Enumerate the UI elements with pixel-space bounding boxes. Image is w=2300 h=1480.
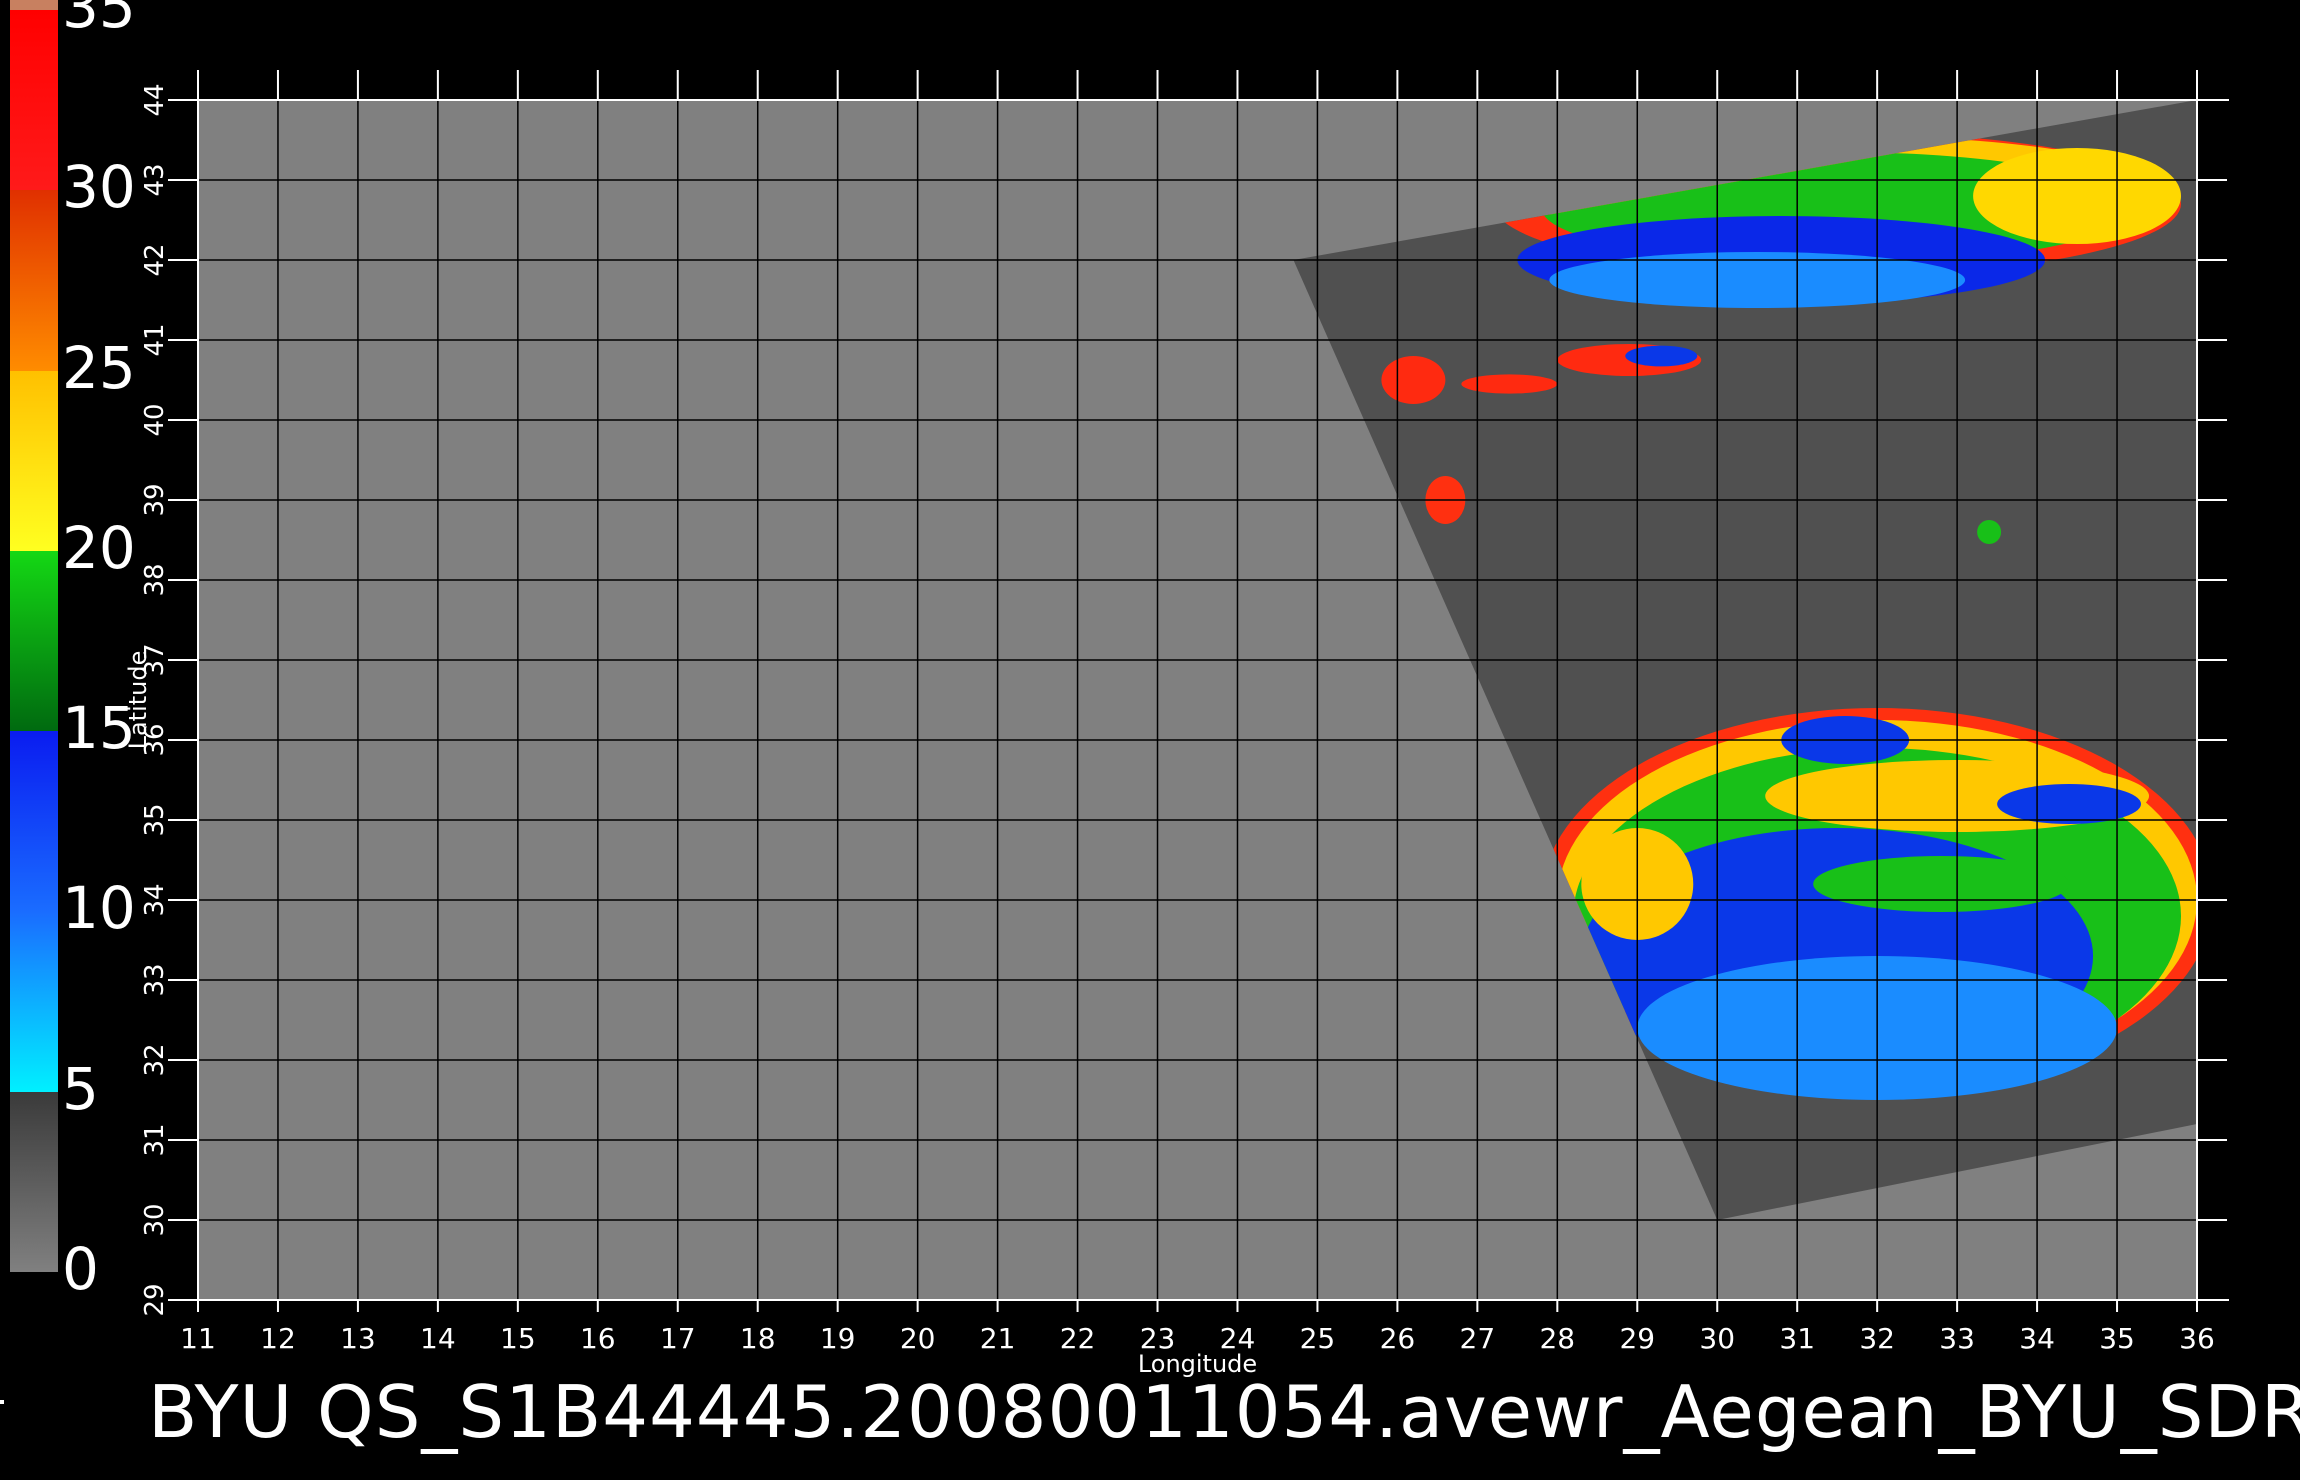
image-title: BYU QS_S1B44445.20080011054.avewr_Aegean… bbox=[148, 1370, 2300, 1454]
wind-blob bbox=[1461, 374, 1558, 394]
y-tick-label: 31 bbox=[140, 1123, 170, 1156]
y-tick-label: 44 bbox=[140, 83, 170, 116]
y-tick-label: 39 bbox=[140, 483, 170, 516]
x-tick-label: 20 bbox=[900, 1322, 936, 1355]
x-tick-label: 12 bbox=[260, 1322, 296, 1355]
marker-dot bbox=[0, 1400, 4, 1404]
y-tick-label: 42 bbox=[140, 243, 170, 276]
y-tick-label: 34 bbox=[140, 883, 170, 916]
wind-blob bbox=[1973, 148, 2182, 244]
y-tick-label: 29 bbox=[140, 1283, 170, 1316]
wind-blob bbox=[1997, 784, 2142, 824]
y-tick-label: 32 bbox=[140, 1043, 170, 1076]
x-tick-label: 31 bbox=[1779, 1322, 1815, 1355]
x-tick-label: 13 bbox=[340, 1322, 376, 1355]
y-tick-label: 30 bbox=[140, 1203, 170, 1236]
x-tick-label: 14 bbox=[420, 1322, 456, 1355]
y-axis-label: Latitude bbox=[124, 651, 152, 750]
wind-blob bbox=[1625, 345, 1698, 367]
y-tick-label: 35 bbox=[140, 803, 170, 836]
y-tick-label: 43 bbox=[140, 163, 170, 196]
x-tick-label: 19 bbox=[820, 1322, 856, 1355]
x-tick-label: 30 bbox=[1699, 1322, 1735, 1355]
x-tick-label: 17 bbox=[660, 1322, 696, 1355]
wind-map: 11 12 13 14 15 16 17 18 19 20 21 22 23 24 25 26 27 28 29 30… bbox=[124, 70, 2229, 1378]
x-tick-label: 25 bbox=[1300, 1322, 1336, 1355]
x-tick-label: 35 bbox=[2099, 1322, 2135, 1355]
x-tick-label: 16 bbox=[580, 1322, 616, 1355]
x-tick-label: 15 bbox=[500, 1322, 536, 1355]
x-tick-label: 11 bbox=[180, 1322, 216, 1355]
x-tick-label: 33 bbox=[1939, 1322, 1975, 1355]
x-tick-label: 27 bbox=[1460, 1322, 1496, 1355]
wind-blob bbox=[1813, 856, 2070, 912]
x-tick-label: 22 bbox=[1060, 1322, 1096, 1355]
x-tick-label: 28 bbox=[1539, 1322, 1575, 1355]
wind-blob bbox=[1977, 520, 2002, 544]
x-tick-label: 26 bbox=[1380, 1322, 1416, 1355]
x-tick-label: 34 bbox=[2019, 1322, 2055, 1355]
y-tick-label: 33 bbox=[140, 963, 170, 996]
x-tick-label: 21 bbox=[980, 1322, 1016, 1355]
y-tick-label: 38 bbox=[140, 563, 170, 596]
x-tick-label: 36 bbox=[2179, 1322, 2215, 1355]
wind-blob bbox=[1381, 356, 1446, 404]
x-tick-label: 18 bbox=[740, 1322, 776, 1355]
y-tick-label: 41 bbox=[140, 323, 170, 356]
x-tick-label: 29 bbox=[1619, 1322, 1655, 1355]
x-tick-label: 32 bbox=[1859, 1322, 1895, 1355]
y-tick-label: 40 bbox=[140, 403, 170, 436]
